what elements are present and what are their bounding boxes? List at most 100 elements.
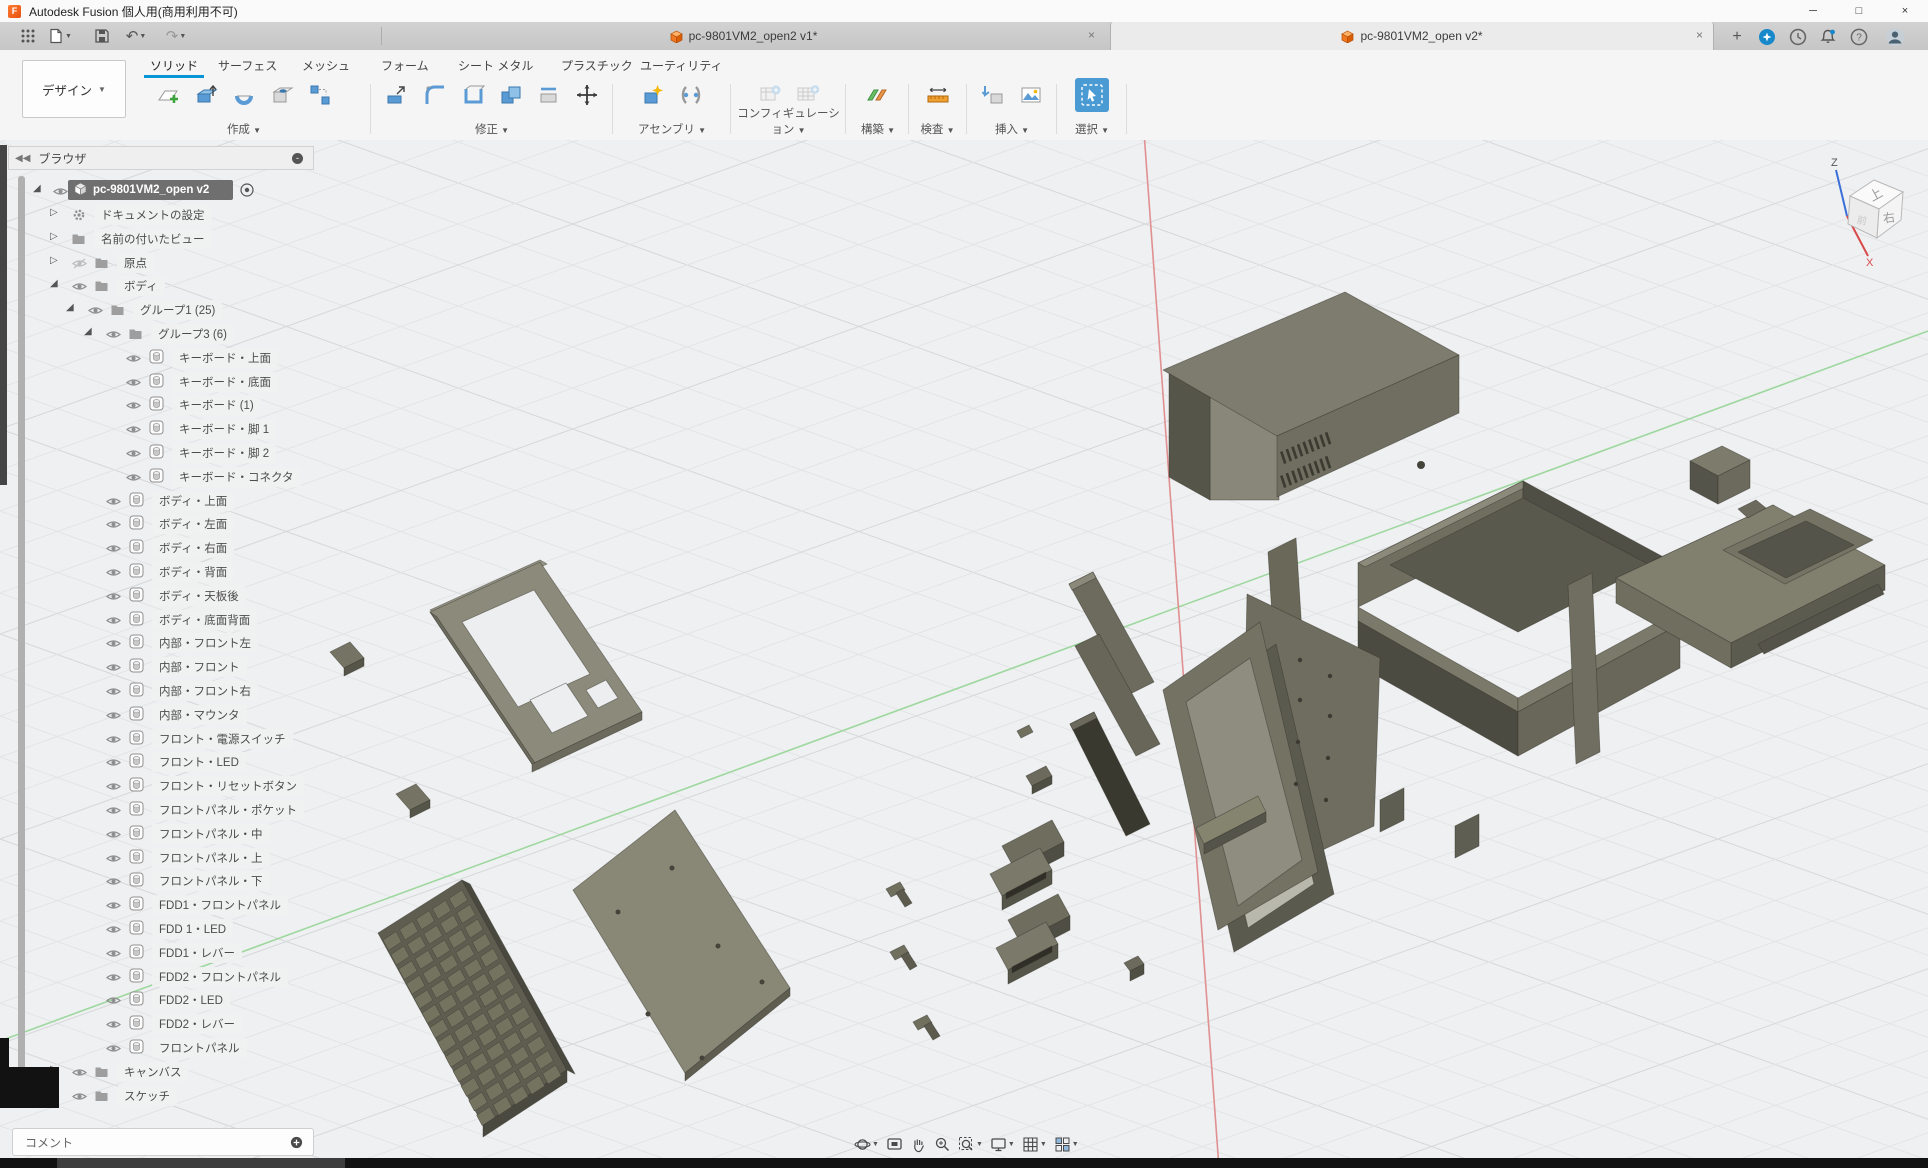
visibility-eye-icon[interactable]	[106, 660, 121, 678]
visibility-eye-icon[interactable]	[72, 1089, 87, 1107]
browser-item-label[interactable]: キーボード (1)	[172, 395, 261, 415]
browser-item-label[interactable]: フロント・電源スイッチ	[152, 729, 293, 749]
browser-item-label[interactable]: キーボード・底面	[172, 372, 278, 392]
browser-item-1[interactable]: ▷ドキュメントの設定	[0, 204, 330, 225]
ribbon-group-label[interactable]: 構築 ▼	[848, 121, 908, 137]
visibility-eye-icon[interactable]	[106, 874, 121, 892]
browser-item-23[interactable]: フロント・電源スイッチ	[0, 728, 330, 749]
browser-item-label[interactable]: FDD 1・LED	[152, 919, 233, 939]
move-icon[interactable]	[570, 78, 604, 112]
browser-item-label[interactable]: FDD2・LED	[152, 990, 230, 1010]
press-pull-icon[interactable]	[380, 78, 414, 112]
browser-item-8[interactable]: キーボード・底面	[0, 371, 330, 392]
browser-item-5[interactable]: ◢グループ1 (25)	[0, 299, 330, 320]
workspace-selector-design[interactable]: デザイン ▼	[22, 60, 126, 118]
browser-item-label[interactable]: ボディ	[117, 276, 165, 296]
measure-icon[interactable]	[921, 78, 955, 112]
browser-item-label[interactable]: ボディ・背面	[152, 562, 234, 582]
add-comment-icon[interactable]	[290, 1136, 303, 1149]
expand-icon[interactable]: ▷	[50, 207, 58, 218]
fit-icon[interactable]: ▼	[956, 1132, 985, 1156]
ribbon-group-label[interactable]: アセンブリ ▼	[614, 121, 730, 137]
notifications-bell-icon[interactable]	[1817, 26, 1839, 48]
browser-item-label[interactable]: キーボード・コネクタ	[172, 467, 301, 487]
panel-display-toggle-icon[interactable]: -	[292, 153, 303, 164]
browser-item-label[interactable]: スケッチ	[117, 1086, 177, 1106]
browser-item-label[interactable]: 内部・フロント右	[152, 681, 258, 701]
ribbon-tab-6[interactable]: プラスチック	[561, 54, 633, 76]
visibility-eye-icon[interactable]	[72, 1065, 87, 1083]
comment-bar[interactable]: コメント	[12, 1128, 314, 1156]
browser-item-11[interactable]: キーボード・脚 2	[0, 442, 330, 463]
browser-item-label[interactable]: フロントパネル・下	[152, 871, 270, 891]
revolve-icon[interactable]	[227, 78, 261, 112]
ribbon-group-label[interactable]: 選択 ▼	[1058, 121, 1126, 137]
fillet-icon[interactable]	[418, 78, 452, 112]
visibility-eye-icon[interactable]	[106, 1017, 121, 1035]
visibility-eye-icon[interactable]	[106, 755, 121, 773]
expand-icon[interactable]: ▷	[50, 255, 58, 266]
ribbon-tab-2[interactable]: サーフェス	[218, 54, 277, 76]
collapse-icon[interactable]: ◢	[84, 326, 92, 337]
browser-item-19[interactable]: 内部・フロント左	[0, 632, 330, 653]
expand-collapse-icon[interactable]: ◢	[33, 183, 41, 194]
visibility-eye-icon[interactable]	[106, 946, 121, 964]
visibility-eye-icon[interactable]	[126, 398, 141, 416]
browser-item-2[interactable]: ▷ 名前の付いたビュー	[0, 228, 330, 249]
browser-item-28[interactable]: フロントパネル・上	[0, 847, 330, 868]
browser-item-33[interactable]: FDD2・フロントパネル	[0, 966, 330, 987]
browser-item-29[interactable]: フロントパネル・下	[0, 870, 330, 891]
maximize-button[interactable]: □	[1836, 0, 1882, 22]
visibility-eye-icon[interactable]	[126, 446, 141, 464]
zoom-icon[interactable]	[932, 1132, 953, 1156]
expand-icon[interactable]: ▷	[50, 231, 58, 242]
browser-item-17[interactable]: ボディ・天板後	[0, 585, 330, 606]
browser-item-24[interactable]: フロント・LED	[0, 751, 330, 772]
browser-item-26[interactable]: フロントパネル・ポケット	[0, 799, 330, 820]
view-cube[interactable]: Z X 上 右 前	[1820, 148, 1928, 268]
redo-icon[interactable]: ↷▼	[164, 25, 188, 47]
browser-item-label[interactable]: 内部・フロント	[152, 657, 247, 677]
shell-icon[interactable]	[456, 78, 490, 112]
select-icon[interactable]	[1075, 78, 1109, 112]
ribbon-tab-3[interactable]: メッシュ	[302, 54, 350, 76]
browser-item-label[interactable]: ボディ・上面	[152, 491, 234, 511]
close-tab-icon[interactable]: ×	[1088, 28, 1095, 42]
browser-item-label[interactable]: 名前の付いたビュー	[94, 229, 212, 249]
browser-item-27[interactable]: フロントパネル・中	[0, 823, 330, 844]
visibility-eye-icon[interactable]	[106, 898, 121, 916]
visibility-eye-icon[interactable]	[106, 732, 121, 750]
visibility-eye-icon[interactable]	[106, 494, 121, 512]
visibility-eye-icon[interactable]	[72, 279, 87, 297]
browser-item-label[interactable]: フロント・LED	[152, 752, 246, 772]
collapse-icon[interactable]: ◢	[50, 278, 58, 289]
browser-item-16[interactable]: ボディ・背面	[0, 561, 330, 582]
visibility-eye-icon[interactable]	[106, 684, 121, 702]
browser-item-label[interactable]: グループ3 (6)	[151, 324, 234, 344]
document-tab-2[interactable]: pc-9801VM2_open v2* ×	[1110, 22, 1714, 50]
visibility-eye-icon[interactable]	[106, 517, 121, 535]
browser-item-36[interactable]: フロントパネル	[0, 1037, 330, 1058]
browser-item-35[interactable]: FDD2・レバー	[0, 1013, 330, 1034]
browser-item-label[interactable]: FDD2・フロントパネル	[152, 967, 288, 987]
visibility-eye-icon[interactable]	[106, 827, 121, 845]
browser-item-label[interactable]: フロント・リセットボタン	[152, 776, 304, 796]
browser-item-label[interactable]: 内部・マウンタ	[152, 705, 247, 725]
joint-icon[interactable]	[674, 78, 708, 112]
visibility-eye-icon[interactable]	[106, 327, 121, 345]
browser-root-row[interactable]: ◢ pc-9801VM2_open v2	[0, 180, 330, 201]
browser-item-label[interactable]: 内部・フロント左	[152, 633, 258, 653]
ribbon-group-label[interactable]: 作成 ▼	[118, 121, 370, 137]
collapse-panel-icon[interactable]: ◀◀	[15, 153, 30, 164]
browser-item-18[interactable]: ボディ・底面背面	[0, 609, 330, 630]
profile-avatar-icon[interactable]	[1884, 26, 1906, 48]
document-tab-1[interactable]: pc-9801VM2_open2 v1* ×	[382, 22, 1105, 50]
ribbon-tab-4[interactable]: フォーム	[381, 54, 429, 76]
browser-item-25[interactable]: フロント・リセットボタン	[0, 775, 330, 796]
ribbon-group-label[interactable]: 修正 ▼	[372, 121, 612, 137]
browser-item-label[interactable]: FDD2・レバー	[152, 1014, 242, 1034]
ribbon-tab-5[interactable]: シート メタル	[458, 54, 533, 76]
display-settings-icon[interactable]: ▼	[988, 1132, 1017, 1156]
close-tab-icon[interactable]: ×	[1696, 28, 1703, 42]
grid-and-snaps-icon[interactable]: ▼	[1020, 1132, 1049, 1156]
